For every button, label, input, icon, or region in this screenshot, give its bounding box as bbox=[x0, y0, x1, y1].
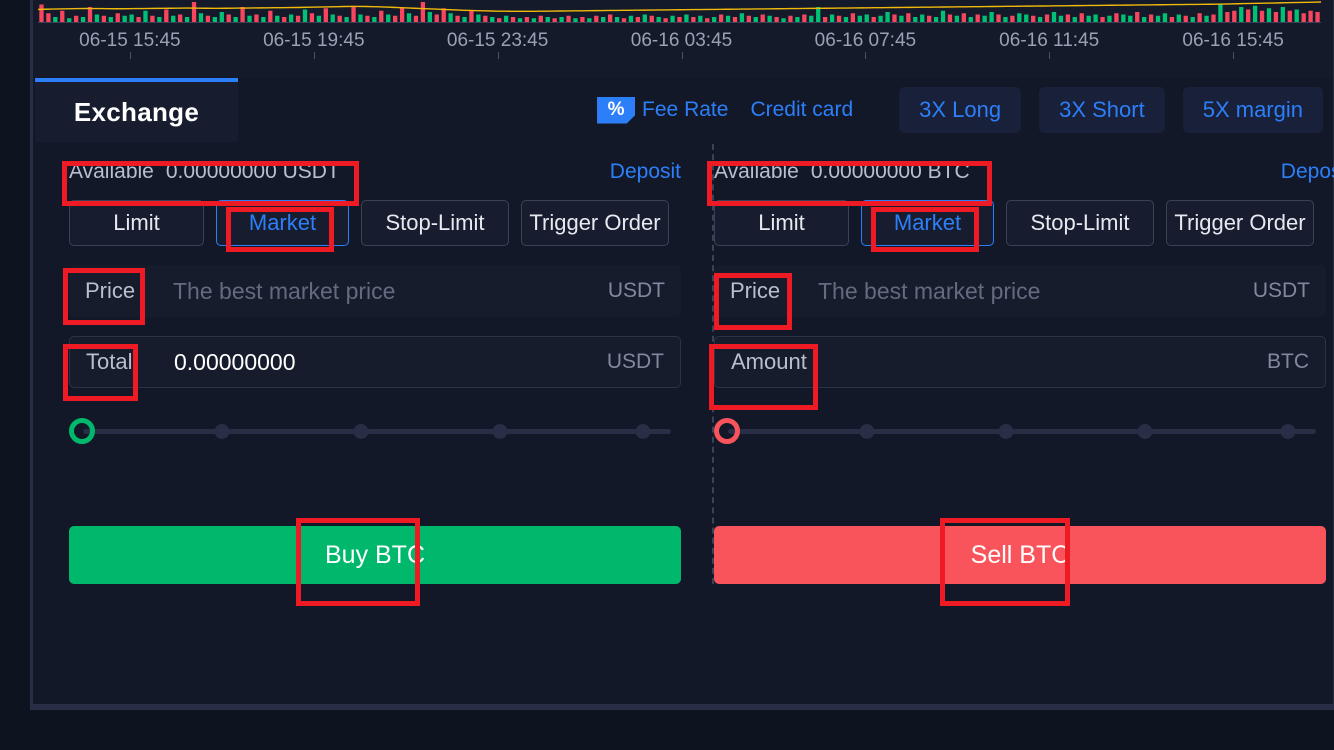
sell-order-type-tabs: Limit Market Stop-Limit Trigger Order bbox=[714, 200, 1326, 246]
buy-slider-dot-25[interactable] bbox=[214, 424, 230, 439]
buy-available-label: Available bbox=[69, 160, 154, 183]
buy-form: Available 0.00000000 USDT Deposit Limit … bbox=[69, 142, 681, 584]
buy-available-row: Available 0.00000000 USDT Deposit bbox=[69, 150, 681, 194]
panel-header: Exchange % Fee Rate Credit card 3X Long … bbox=[33, 78, 1333, 142]
sell-amount-label: Amount bbox=[731, 349, 807, 374]
sell-order-type-market[interactable]: Market bbox=[861, 200, 994, 246]
sell-deposit-link[interactable]: Deposit bbox=[1281, 160, 1334, 184]
sell-price-label: Price bbox=[730, 278, 781, 303]
sell-price-unit: USDT bbox=[1252, 279, 1310, 302]
sell-slider-dot-50[interactable] bbox=[998, 424, 1014, 439]
buy-price-field[interactable]: Price USDT bbox=[69, 265, 681, 317]
tab-exchange[interactable]: Exchange bbox=[35, 78, 238, 142]
fee-rate-link[interactable]: % Fee Rate bbox=[597, 96, 729, 124]
leverage-3x-long-button[interactable]: 3X Long bbox=[899, 87, 1022, 133]
buy-order-type-stop-limit[interactable]: Stop-Limit bbox=[361, 200, 509, 246]
buy-price-unit: USDT bbox=[607, 279, 665, 302]
sell-available-value: 0.00000000 BTC bbox=[810, 160, 970, 183]
order-forms: Available 0.00000000 USDT Deposit Limit … bbox=[33, 142, 1334, 710]
sell-slider-track[interactable] bbox=[728, 429, 1316, 434]
sell-slider-dot-100[interactable] bbox=[1280, 424, 1296, 439]
credit-card-link[interactable]: Credit card bbox=[750, 98, 853, 122]
volume-bars bbox=[38, 0, 1321, 22]
buy-slider-dot-75[interactable] bbox=[492, 424, 508, 439]
buy-available-value: 0.00000000 USDT bbox=[165, 160, 340, 183]
sell-price-field[interactable]: Price USDT bbox=[714, 265, 1326, 317]
sell-amount-input[interactable] bbox=[819, 348, 1267, 376]
sell-order-type-stop-limit[interactable]: Stop-Limit bbox=[1006, 200, 1154, 246]
sell-btc-button[interactable]: Sell BTC bbox=[714, 526, 1326, 584]
buy-btc-button[interactable]: Buy BTC bbox=[69, 526, 681, 584]
sell-slider-dot-25[interactable] bbox=[859, 424, 875, 439]
sell-amount-slider[interactable] bbox=[714, 410, 1326, 450]
volume-chart-strip[interactable]: 06-15 15:45 06-15 19:45 06-15 23:45 06-16 0… bbox=[30, 0, 1334, 78]
buy-order-type-trigger-order[interactable]: Trigger Order bbox=[521, 200, 669, 246]
trading-app-root: 06-15 15:45 06-15 19:45 06-15 23:45 06-16 0… bbox=[0, 0, 1334, 750]
buy-order-type-market[interactable]: Market bbox=[216, 200, 349, 246]
buy-slider-dot-50[interactable] bbox=[353, 424, 369, 439]
trade-panel: Exchange % Fee Rate Credit card 3X Long … bbox=[30, 78, 1334, 710]
sell-available-label: Available bbox=[714, 160, 799, 183]
buy-total-unit: USDT bbox=[606, 350, 664, 373]
buy-order-type-limit[interactable]: Limit bbox=[69, 200, 204, 246]
sell-price-input[interactable] bbox=[818, 277, 1253, 305]
buy-slider-track[interactable] bbox=[83, 429, 671, 434]
leverage-3x-short-button[interactable]: 3X Short bbox=[1039, 87, 1165, 133]
volume-svg bbox=[38, 1, 1321, 22]
sell-available-row: Available 0.00000000 BTC Deposit bbox=[714, 150, 1334, 194]
sell-amount-unit: BTC bbox=[1267, 350, 1309, 373]
buy-amount-slider[interactable] bbox=[69, 410, 681, 450]
percent-badge-icon: % bbox=[597, 96, 636, 124]
fee-rate-label: Fee Rate bbox=[642, 98, 729, 121]
sell-form: Available 0.00000000 BTC Deposit Limit M… bbox=[714, 142, 1334, 584]
header-actions: % Fee Rate Credit card 3X Long 3X Short … bbox=[597, 78, 1323, 142]
sell-amount-field[interactable]: Amount BTC bbox=[714, 336, 1326, 388]
sell-slider-handle[interactable] bbox=[714, 418, 740, 444]
buy-price-input[interactable] bbox=[173, 277, 608, 305]
buy-total-field[interactable]: Total USDT bbox=[69, 336, 681, 388]
sell-order-type-trigger-order[interactable]: Trigger Order bbox=[1166, 200, 1314, 246]
leverage-5x-margin-button[interactable]: 5X margin bbox=[1182, 87, 1323, 133]
buy-price-label: Price bbox=[85, 278, 136, 303]
buy-order-type-tabs: Limit Market Stop-Limit Trigger Order bbox=[69, 200, 681, 246]
tab-exchange-label: Exchange bbox=[73, 96, 200, 127]
time-axis-labels: 06-15 15:45 06-15 19:45 06-15 23:45 06-16 0… bbox=[33, 30, 1333, 60]
time-axis-line bbox=[38, 22, 1321, 23]
sell-order-type-limit[interactable]: Limit bbox=[714, 200, 849, 246]
sell-slider-dot-75[interactable] bbox=[1137, 424, 1153, 439]
buy-slider-dot-100[interactable] bbox=[635, 424, 651, 439]
buy-total-label: Total bbox=[86, 349, 133, 374]
buy-deposit-link[interactable]: Deposit bbox=[610, 160, 681, 184]
buy-total-input[interactable] bbox=[174, 348, 607, 376]
buy-slider-handle[interactable] bbox=[69, 418, 95, 444]
